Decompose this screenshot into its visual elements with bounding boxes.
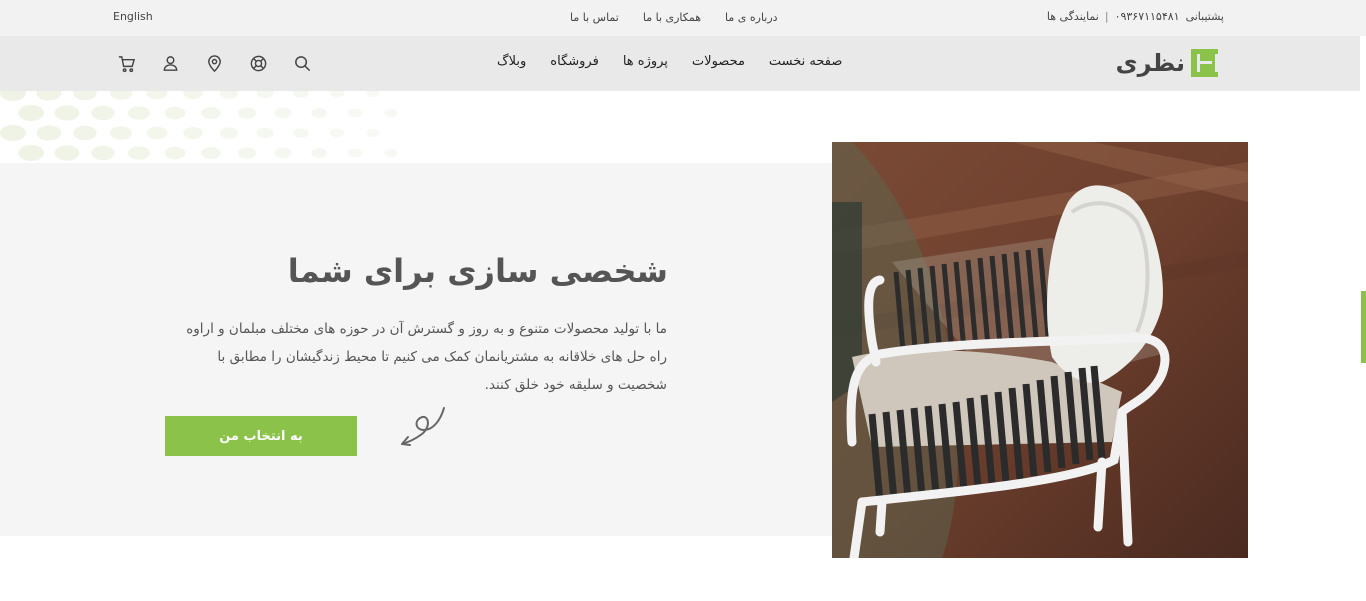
decorative-dot [219,91,239,99]
nav-item-products[interactable]: محصولات [692,54,745,69]
decorative-dot [127,146,151,160]
support-label: پشتیبانی [1185,10,1224,23]
main-header: نظری صفحه نخست محصولات پروژه ها فروشگاه … [0,36,1360,91]
decorative-dot [366,129,380,137]
curly-arrow-icon [401,407,445,446]
decorative-dot [293,128,309,138]
decorative-dot [73,91,97,101]
decorative-dot [329,91,345,98]
decorative-dot [0,125,26,141]
decorative-dot [146,91,168,100]
cooperation-link[interactable]: همکاری با ما [643,11,701,24]
main-navigation: صفحه نخست محصولات پروژه ها فروشگاه وبلاگ [497,54,842,69]
decorative-dot [146,126,168,140]
decorative-dot [329,128,345,138]
decorative-dot [36,91,62,101]
decorative-dot [18,105,44,121]
decorative-dot [311,108,327,118]
decorative-dot [366,91,380,97]
decorative-dot [127,106,151,120]
nav-item-home[interactable]: صفحه نخست [769,54,842,69]
location-icon[interactable] [205,54,224,73]
decorative-dot [201,147,221,159]
decorative-dot [0,91,26,101]
decorative-dot [384,109,398,117]
search-icon[interactable] [293,54,312,73]
decorative-dot [109,91,133,100]
agencies-link[interactable]: نمایندگی ها [1047,10,1099,23]
support-separator: | [1104,10,1109,23]
decorative-dot [237,147,257,159]
decorative-dot [219,127,239,139]
logo-mark-icon [1191,49,1218,77]
decorative-dot [293,91,309,98]
decorative-dot [91,105,115,121]
side-feedback-tab[interactable] [1361,291,1366,363]
decorative-dot [54,145,80,161]
decorative-dot [183,91,203,99]
support-info: پشتیبانی ۰۹۳۶۷۱۱۵۴۸۱ | نمایندگی ها [1047,10,1224,23]
decorative-dot [164,146,186,160]
top-links: درباره ی ما همکاری با ما تماس با ما [570,11,778,24]
decorative-dot [274,107,292,119]
top-bar: English درباره ی ما همکاری با ما تماس با… [0,0,1366,36]
user-icon[interactable] [161,54,180,73]
decorative-dot [164,106,186,120]
language-switch-link[interactable]: English [113,10,153,23]
about-us-link[interactable]: درباره ی ما [725,11,778,24]
nav-item-projects[interactable]: پروژه ها [623,54,668,69]
logo-wordmark: نظری [1115,49,1185,77]
decorative-dot-pattern [0,91,400,163]
support-icon[interactable] [249,54,268,73]
hero-title: شخصی سازی برای شما [287,252,668,290]
decorative-dot [109,126,133,140]
hero-description: ما با تولید محصولات متنوع و به روز و گست… [186,321,667,393]
nav-item-blog[interactable]: وبلاگ [497,54,526,69]
hero-chair-image [832,142,1248,558]
decorative-dot [18,145,44,161]
header-icons [117,54,312,73]
decorative-dot [311,148,327,158]
decorative-dot [73,125,97,141]
decorative-dot [183,127,203,139]
nav-item-shop[interactable]: فروشگاه [550,54,599,69]
decorative-dot [384,149,398,157]
decorative-dot [36,125,62,141]
site-logo[interactable]: نظری [1116,49,1218,77]
support-phone[interactable]: ۰۹۳۶۷۱۱۵۴۸۱ [1115,10,1180,23]
decorative-dot [256,127,274,139]
choose-mine-button[interactable]: به انتخاب من [165,416,357,456]
cart-icon[interactable] [117,54,136,73]
decorative-dot [237,107,257,119]
decorative-dot [347,148,363,158]
contact-us-link[interactable]: تماس با ما [570,11,619,24]
decorative-dot [347,108,363,118]
decorative-dot [91,145,115,161]
decorative-dot [201,107,221,119]
decorative-dot [54,105,80,121]
decorative-dot [274,147,292,159]
decorative-dot [256,91,274,99]
